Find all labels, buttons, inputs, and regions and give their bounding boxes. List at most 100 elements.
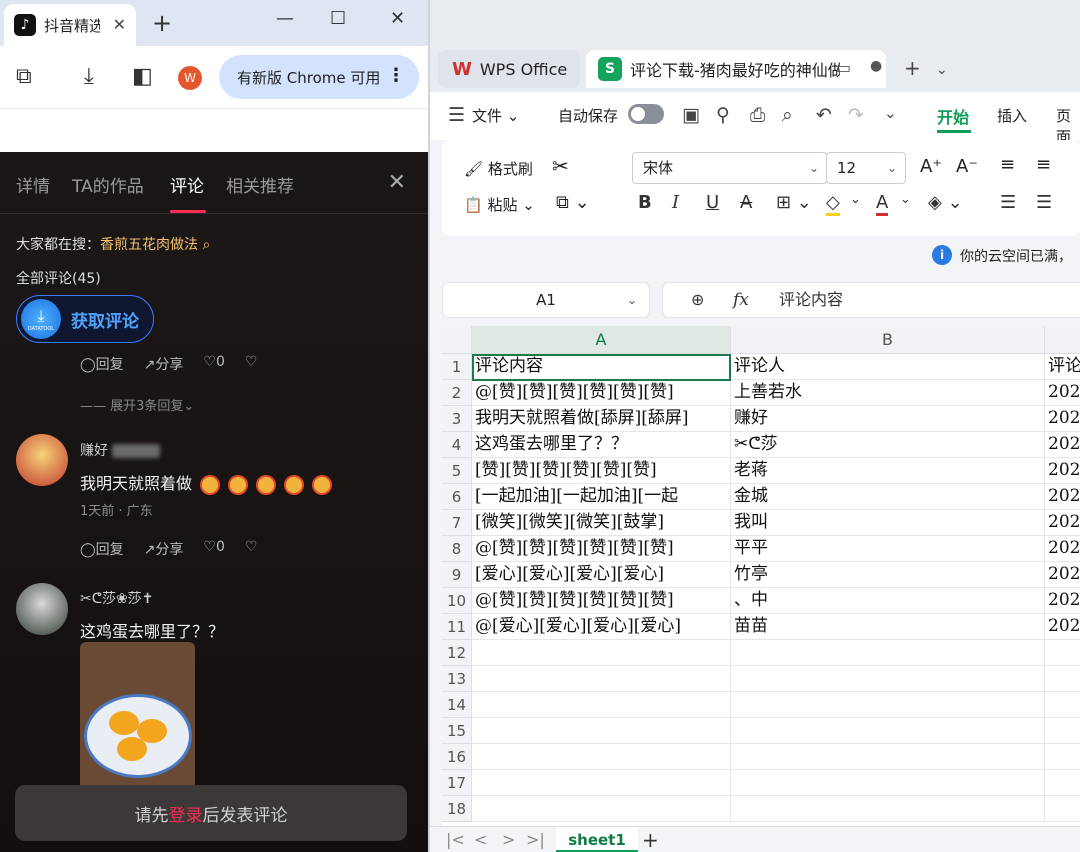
row-header[interactable]: 2: [442, 380, 472, 406]
cell-c[interactable]: [1045, 744, 1080, 770]
row-header[interactable]: 4: [442, 432, 472, 458]
cell-a[interactable]: [一起加油][一起加油][一起: [472, 484, 731, 510]
cell-b[interactable]: [731, 692, 1045, 718]
tab-works[interactable]: TA的作品: [72, 172, 144, 197]
comment-author[interactable]: 赚好: [80, 440, 161, 460]
add-sheet-button[interactable]: +: [642, 828, 659, 852]
chrome-update-button[interactable]: 有新版 Chrome 可用 ⋮: [219, 55, 419, 99]
cell-a[interactable]: [472, 718, 731, 744]
document-tab[interactable]: S 评论下载-猪肉最好吃的神仙做法 ▭ ●: [586, 50, 886, 88]
cell-a[interactable]: @[赞][赞][赞][赞][赞][赞]: [472, 536, 731, 562]
font-name-select[interactable]: 宋体 ⌄: [632, 152, 828, 184]
column-header-a[interactable]: A: [472, 326, 731, 354]
autosave-toggle[interactable]: [628, 104, 664, 124]
cell-b[interactable]: [731, 770, 1045, 796]
tab-related[interactable]: 相关推荐: [226, 172, 294, 197]
formula-input[interactable]: ⊕ fx 评论内容: [662, 282, 1080, 318]
cell-c[interactable]: 2026: [1045, 484, 1080, 510]
avatar[interactable]: [16, 434, 68, 486]
share-button[interactable]: ↗分享: [144, 539, 184, 559]
cell-c[interactable]: [1045, 692, 1080, 718]
avatar[interactable]: [16, 583, 68, 635]
tab-insert[interactable]: 插入: [997, 105, 1027, 126]
menu-dots-icon[interactable]: ⋮: [387, 65, 405, 86]
cell-c[interactable]: 2025: [1045, 380, 1080, 406]
download-icon[interactable]: ⤓: [84, 64, 94, 89]
cell-b[interactable]: [731, 744, 1045, 770]
eraser-icon[interactable]: ◈ ⌄: [928, 192, 963, 213]
row-header[interactable]: 8: [442, 536, 472, 562]
cell-b[interactable]: 竹亭: [731, 562, 1045, 588]
zoom-icon[interactable]: ⊕: [691, 283, 704, 317]
cell-c[interactable]: 2026: [1045, 536, 1080, 562]
cell-b[interactable]: 上善若水: [731, 380, 1045, 406]
undo-icon[interactable]: ↶: [816, 104, 832, 126]
dislike-icon[interactable]: ♡: [245, 539, 258, 559]
new-tab-button[interactable]: +: [152, 9, 172, 37]
cell-b[interactable]: ✂ᕦ莎: [731, 432, 1045, 458]
row-header[interactable]: 13: [442, 666, 472, 692]
prev-sheet-icon[interactable]: <: [474, 830, 487, 849]
print-preview-icon[interactable]: ⌕: [782, 104, 793, 126]
cell-c[interactable]: [1045, 666, 1080, 692]
cell-b[interactable]: [731, 666, 1045, 692]
cell-a[interactable]: 这鸡蛋去哪里了？？: [472, 432, 731, 458]
increase-font-icon[interactable]: A⁺: [920, 156, 942, 177]
share-link-icon[interactable]: ⚲: [716, 104, 730, 126]
tab-close-icon[interactable]: ✕: [113, 15, 126, 34]
cell-c[interactable]: 2026: [1045, 458, 1080, 484]
close-window-button[interactable]: ✕: [390, 8, 405, 29]
cell-a[interactable]: [赞][赞][赞][赞][赞][赞]: [472, 458, 731, 484]
select-all-corner[interactable]: [442, 326, 472, 354]
row-header[interactable]: 9: [442, 562, 472, 588]
align-center-icon[interactable]: ☰: [1036, 192, 1052, 213]
font-size-select[interactable]: 12 ⌄: [826, 152, 906, 184]
cell-b[interactable]: 金城: [731, 484, 1045, 510]
row-header[interactable]: 6: [442, 484, 472, 510]
cell-a[interactable]: [微笑][微笑][微笑][鼓掌]: [472, 510, 731, 536]
borders-icon[interactable]: ⊞ ⌄: [776, 192, 812, 213]
cell-a[interactable]: [472, 796, 731, 822]
copy-icon[interactable]: ⧉ ⌄: [556, 192, 590, 213]
row-header[interactable]: 7: [442, 510, 472, 536]
dislike-icon[interactable]: ♡: [245, 354, 258, 374]
search-keyword-link[interactable]: 香煎五花肉做法: [100, 237, 198, 253]
row-header[interactable]: 15: [442, 718, 472, 744]
bold-icon[interactable]: B: [638, 192, 652, 213]
comment-author[interactable]: ✂ᕦ莎❀莎✝: [80, 588, 153, 608]
column-header-c[interactable]: [1045, 326, 1080, 354]
tab-comments[interactable]: 评论: [170, 172, 204, 197]
tab-start[interactable]: 开始: [937, 104, 969, 128]
cell-c[interactable]: 2025: [1045, 432, 1080, 458]
name-box[interactable]: A1 ⌄: [442, 282, 650, 318]
fill-color-icon[interactable]: ◇: [826, 192, 840, 216]
chevron-down-icon[interactable]: ⌄: [884, 104, 897, 122]
row-header[interactable]: 17: [442, 770, 472, 796]
share-button[interactable]: ↗分享: [144, 354, 184, 374]
row-header[interactable]: 14: [442, 692, 472, 718]
cell-c[interactable]: [1045, 770, 1080, 796]
extension-icon[interactable]: ⧉: [16, 64, 32, 89]
cell-a[interactable]: @[赞][赞][赞][赞][赞][赞]: [472, 380, 731, 406]
row-header[interactable]: 5: [442, 458, 472, 484]
side-panel-icon[interactable]: ◧: [132, 64, 153, 89]
cell-b[interactable]: 我叫: [731, 510, 1045, 536]
cell-b[interactable]: 老蒋: [731, 458, 1045, 484]
cell-b[interactable]: 苗苗: [731, 614, 1045, 640]
cell-b[interactable]: [731, 718, 1045, 744]
first-sheet-icon[interactable]: |<: [446, 830, 465, 849]
cell-a[interactable]: [472, 770, 731, 796]
cell-a[interactable]: @[赞][赞][赞][赞][赞][赞]: [472, 588, 731, 614]
hamburger-icon[interactable]: ☰: [448, 104, 465, 126]
like-button[interactable]: ♡0: [203, 539, 224, 559]
comment-input-bar[interactable]: 请先 登录 后发表评论: [15, 785, 407, 841]
column-header-b[interactable]: B: [731, 326, 1045, 354]
close-panel-icon[interactable]: ✕: [388, 170, 406, 195]
decrease-font-icon[interactable]: A⁻: [956, 156, 978, 177]
cell-a[interactable]: [爱心][爱心][爱心][爱心]: [472, 562, 731, 588]
underline-icon[interactable]: U: [706, 192, 719, 213]
expand-replies-button[interactable]: —— 展开3条回复⌄: [80, 395, 194, 414]
print-icon[interactable]: ⎙: [750, 104, 765, 126]
reply-button[interactable]: ◯回复: [80, 539, 124, 559]
redo-icon[interactable]: ↷: [848, 104, 864, 126]
